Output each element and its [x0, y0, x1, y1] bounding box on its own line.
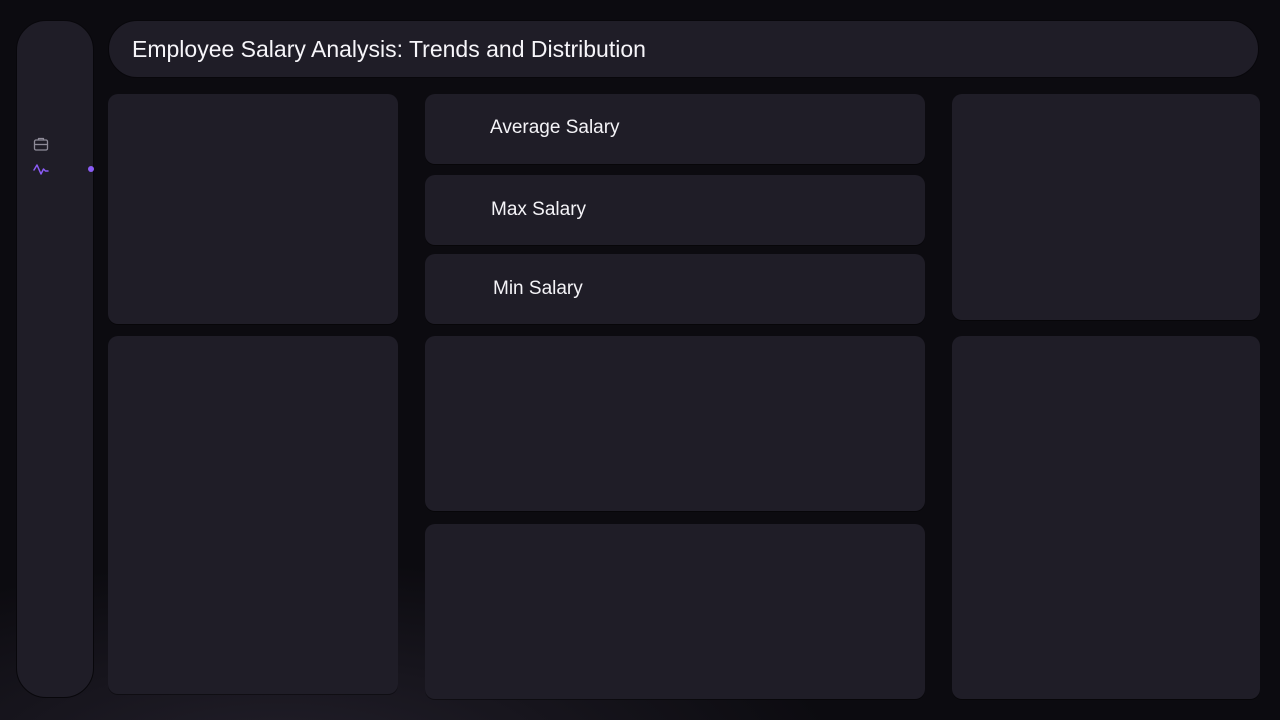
stat-card-min-salary: Min Salary: [425, 254, 925, 324]
stat-label-average-salary: Average Salary: [490, 117, 620, 138]
sidebar: [16, 20, 94, 698]
chart-panel-left-top: [108, 94, 398, 324]
page-header: Employee Salary Analysis: Trends and Dis…: [108, 20, 1259, 78]
sidebar-item-briefcase[interactable]: [33, 132, 85, 156]
chart-panel-right-top: [952, 94, 1260, 320]
briefcase-icon: [33, 136, 49, 152]
chart-panel-right-bottom: [952, 336, 1260, 699]
chart-panel-left-bottom: [108, 336, 398, 694]
active-indicator-dot: [88, 166, 94, 172]
activity-icon: [33, 161, 49, 177]
sidebar-item-activity[interactable]: [33, 157, 94, 181]
stat-card-average-salary: Average Salary: [425, 94, 925, 164]
chart-panel-middle-bottom: [425, 524, 925, 699]
stat-label-min-salary: Min Salary: [493, 278, 583, 299]
stat-card-max-salary: Max Salary: [425, 175, 925, 245]
chart-panel-middle-top: [425, 336, 925, 511]
stat-label-max-salary: Max Salary: [491, 199, 587, 220]
page-title: Employee Salary Analysis: Trends and Dis…: [132, 36, 646, 62]
